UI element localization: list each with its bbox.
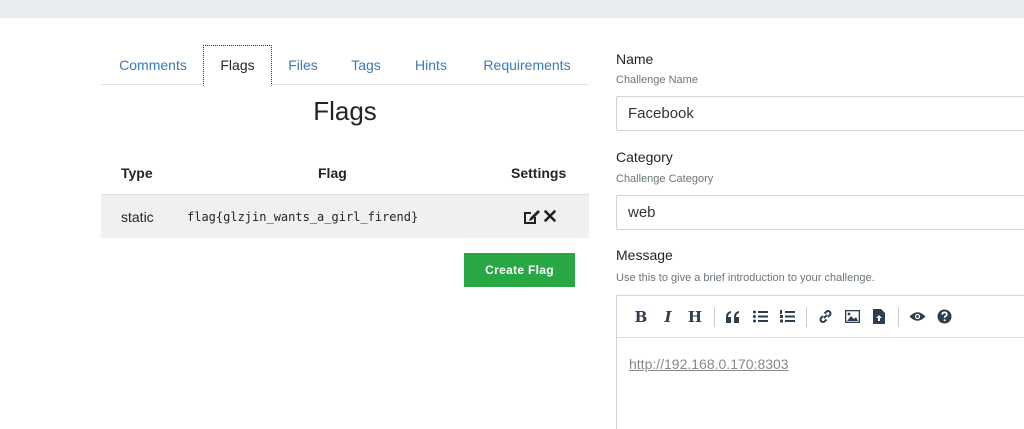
edit-icon[interactable] [523, 209, 540, 224]
tab-hints[interactable]: Hints [409, 45, 453, 85]
tab-files[interactable]: Files [283, 45, 323, 85]
tab-flags[interactable]: Flags [203, 45, 272, 86]
image-icon[interactable] [840, 305, 864, 329]
message-link[interactable]: http://192.168.0.170:8303 [629, 356, 789, 372]
name-label: Name [616, 51, 654, 67]
heading-icon[interactable]: H [683, 305, 707, 329]
category-input[interactable]: web [616, 195, 1024, 230]
toolbar-divider [714, 306, 715, 327]
quote-icon[interactable] [721, 305, 745, 329]
editor-toolbar: B I H [617, 296, 1024, 338]
unordered-list-icon[interactable] [748, 305, 772, 329]
column-header-flag: Flag [318, 165, 347, 181]
link-icon[interactable] [813, 305, 837, 329]
column-header-settings: Settings [511, 165, 567, 181]
challenge-tabs: Comments Flags Files Tags Hints Requirem… [101, 45, 589, 86]
toolbar-divider [806, 306, 807, 327]
tab-comments[interactable]: Comments [109, 45, 197, 85]
tab-tags[interactable]: Tags [346, 45, 386, 85]
message-help: Use this to give a brief introduction to… [616, 272, 875, 284]
toolbar-divider [898, 306, 899, 327]
flags-title: Flags [313, 96, 377, 126]
flag-actions [523, 207, 556, 225]
name-input[interactable]: Facebook [616, 96, 1024, 131]
bold-icon[interactable]: B [629, 305, 653, 329]
message-editor: B I H http://192.168.0.170:8303 [616, 295, 1024, 429]
top-navbar [0, 0, 1024, 18]
editor-content[interactable]: http://192.168.0.170:8303 [617, 338, 1024, 372]
message-label: Message [616, 247, 673, 263]
tab-requirements[interactable]: Requirements [479, 45, 575, 85]
preview-eye-icon[interactable] [905, 305, 929, 329]
name-help: Challenge Name [616, 74, 698, 86]
ordered-list-icon[interactable] [775, 305, 799, 329]
column-header-type: Type [121, 165, 153, 181]
flag-type: static [121, 209, 154, 225]
upload-file-icon[interactable] [867, 305, 891, 329]
create-flag-button[interactable]: Create Flag [464, 253, 575, 287]
table-row: static flag{glzjin_wants_a_girl_firend} [101, 194, 589, 238]
category-label: Category [616, 149, 673, 165]
category-help: Challenge Category [616, 173, 714, 185]
italic-icon[interactable]: I [656, 305, 680, 329]
flag-value: flag{glzjin_wants_a_girl_firend} [187, 210, 419, 224]
delete-icon[interactable] [544, 210, 556, 222]
help-icon[interactable] [932, 305, 956, 329]
